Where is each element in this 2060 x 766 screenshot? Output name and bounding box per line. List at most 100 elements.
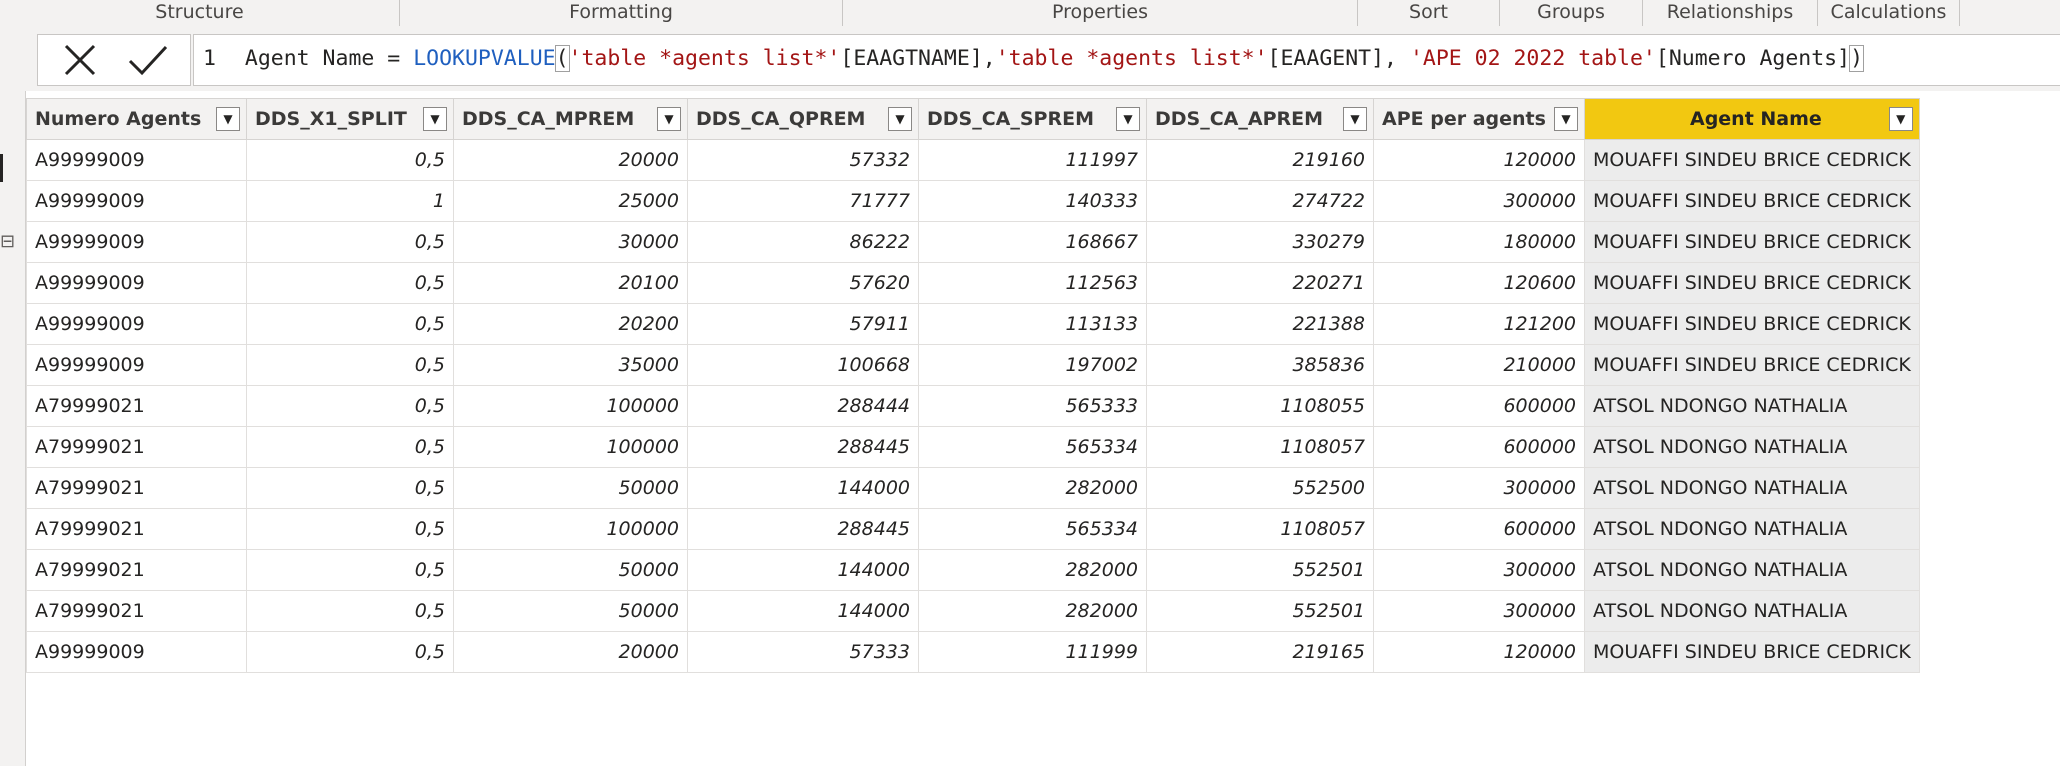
cell-ape-per-agents[interactable]: 210000 [1373,344,1585,386]
table-row[interactable]: A99999009 0,5 20100 57620 112563 220271 120600… [26,262,1920,304]
cell-dds-ca-sprem[interactable]: 168667 [918,221,1147,263]
cell-dds-x1-split[interactable]: 0,5 [246,385,454,427]
cell-dds-ca-mprem[interactable]: 50000 [453,467,688,509]
cell-dds-ca-aprem[interactable]: 552500 [1146,467,1374,509]
cell-dds-ca-qprem[interactable]: 144000 [687,549,919,591]
cell-dds-ca-sprem[interactable]: 111999 [918,631,1147,673]
cell-numero-agents[interactable]: A99999009 [26,631,247,673]
cell-dds-x1-split[interactable]: 1 [246,180,454,222]
formula-input[interactable]: 1 Agent Name = LOOKUPVALUE('table *agent… [193,34,2060,86]
cell-dds-ca-qprem[interactable]: 57620 [687,262,919,304]
cell-numero-agents[interactable]: A99999009 [26,262,247,304]
cell-dds-ca-sprem[interactable]: 565333 [918,385,1147,427]
cell-dds-ca-qprem[interactable]: 57911 [687,303,919,345]
cell-dds-ca-mprem[interactable]: 20200 [453,303,688,345]
cell-dds-ca-mprem[interactable]: 35000 [453,344,688,386]
cell-dds-ca-mprem[interactable]: 50000 [453,590,688,632]
filter-button[interactable]: ▼ [1116,107,1140,131]
filter-button[interactable]: ▼ [657,107,681,131]
filter-button[interactable]: ▼ [888,107,912,131]
cell-agent-name[interactable]: ATSOL NDONGO NATHALIA [1584,467,1920,509]
cell-numero-agents[interactable]: A79999021 [26,385,247,427]
cell-dds-ca-sprem[interactable]: 113133 [918,303,1147,345]
table-row[interactable]: A99999009 0,5 35000 100668 197002 385836 21000… [26,344,1920,386]
cell-dds-ca-qprem[interactable]: 144000 [687,467,919,509]
cell-dds-ca-qprem[interactable]: 144000 [687,590,919,632]
filter-button[interactable]: ▼ [1343,107,1367,131]
cell-dds-x1-split[interactable]: 0,5 [246,631,454,673]
cell-dds-x1-split[interactable]: 0,5 [246,262,454,304]
cell-dds-ca-aprem[interactable]: 1108057 [1146,426,1374,468]
cell-dds-ca-qprem[interactable]: 57333 [687,631,919,673]
cell-agent-name[interactable]: ATSOL NDONGO NATHALIA [1584,549,1920,591]
table-row[interactable]: A79999021 0,5 50000 144000 282000 552501 30000… [26,549,1920,591]
column-header-dds-ca-sprem[interactable]: DDS_CA_SPREM ▼ [918,98,1147,140]
cell-agent-name[interactable]: MOUAFFI SINDEU BRICE CEDRICK [1584,221,1920,263]
cell-numero-agents[interactable]: A79999021 [26,549,247,591]
column-header-numero-agents[interactable]: Numero Agents ▼ [26,98,247,140]
cell-agent-name[interactable]: MOUAFFI SINDEU BRICE CEDRICK [1584,631,1920,673]
cell-dds-ca-aprem[interactable]: 552501 [1146,590,1374,632]
cell-dds-ca-sprem[interactable]: 565334 [918,508,1147,550]
column-header-dds-x1-split[interactable]: DDS_X1_SPLIT ▼ [246,98,454,140]
cell-dds-ca-aprem[interactable]: 221388 [1146,303,1374,345]
cell-dds-x1-split[interactable]: 0,5 [246,549,454,591]
cell-dds-ca-mprem[interactable]: 20000 [453,631,688,673]
cell-dds-ca-mprem[interactable]: 20100 [453,262,688,304]
cell-ape-per-agents[interactable]: 180000 [1373,221,1585,263]
cell-ape-per-agents[interactable]: 120000 [1373,139,1585,181]
cell-ape-per-agents[interactable]: 300000 [1373,590,1585,632]
cell-agent-name[interactable]: MOUAFFI SINDEU BRICE CEDRICK [1584,262,1920,304]
cell-numero-agents[interactable]: A99999009 [26,303,247,345]
cell-agent-name[interactable]: MOUAFFI SINDEU BRICE CEDRICK [1584,139,1920,181]
cell-dds-x1-split[interactable]: 0,5 [246,426,454,468]
table-row[interactable]: A79999021 0,5 100000 288445 565334 1108057 600… [26,426,1920,468]
table-row[interactable]: A79999021 0,5 100000 288445 565334 1108057 600… [26,508,1920,550]
column-header-agent-name[interactable]: Agent Name ▼ [1584,98,1920,140]
cell-ape-per-agents[interactable]: 300000 [1373,467,1585,509]
cell-dds-x1-split[interactable]: 0,5 [246,303,454,345]
cell-dds-ca-aprem[interactable]: 274722 [1146,180,1374,222]
cell-dds-ca-aprem[interactable]: 552501 [1146,549,1374,591]
cell-dds-ca-mprem[interactable]: 100000 [453,385,688,427]
column-header-ape-per-agents[interactable]: APE per agents ▼ [1373,98,1585,140]
cell-dds-ca-mprem[interactable]: 30000 [453,221,688,263]
filter-button[interactable]: ▼ [1554,107,1578,131]
cell-dds-ca-qprem[interactable]: 288445 [687,508,919,550]
cell-dds-ca-qprem[interactable]: 100668 [687,344,919,386]
cell-agent-name[interactable]: MOUAFFI SINDEU BRICE CEDRICK [1584,180,1920,222]
table-row[interactable]: A99999009 0,5 20000 57333 111999 219165 120000… [26,631,1920,673]
cell-dds-ca-mprem[interactable]: 100000 [453,508,688,550]
cell-ape-per-agents[interactable]: 121200 [1373,303,1585,345]
cell-ape-per-agents[interactable]: 300000 [1373,549,1585,591]
column-header-dds-ca-qprem[interactable]: DDS_CA_QPREM ▼ [687,98,919,140]
cell-agent-name[interactable]: ATSOL NDONGO NATHALIA [1584,590,1920,632]
cell-ape-per-agents[interactable]: 120600 [1373,262,1585,304]
cell-numero-agents[interactable]: A99999009 [26,221,247,263]
cell-dds-ca-sprem[interactable]: 282000 [918,549,1147,591]
cell-ape-per-agents[interactable]: 300000 [1373,180,1585,222]
cancel-formula-button[interactable] [48,35,112,85]
cell-dds-ca-sprem[interactable]: 282000 [918,590,1147,632]
filter-button[interactable]: ▼ [423,107,447,131]
model-view-icon[interactable]: ⊟ [0,231,15,252]
table-row[interactable]: A99999009 0,5 20200 57911 113133 221388 121200… [26,303,1920,345]
cell-numero-agents[interactable]: A99999009 [26,180,247,222]
cell-dds-ca-aprem[interactable]: 385836 [1146,344,1374,386]
table-row[interactable]: A99999009 1 25000 71777 140333 274722 300000 MO… [26,180,1920,222]
cell-agent-name[interactable]: ATSOL NDONGO NATHALIA [1584,426,1920,468]
cell-numero-agents[interactable]: A99999009 [26,344,247,386]
cell-dds-ca-sprem[interactable]: 565334 [918,426,1147,468]
cell-dds-ca-aprem[interactable]: 1108057 [1146,508,1374,550]
cell-numero-agents[interactable]: A79999021 [26,426,247,468]
cell-dds-ca-mprem[interactable]: 100000 [453,426,688,468]
cell-dds-ca-mprem[interactable]: 20000 [453,139,688,181]
cell-dds-x1-split[interactable]: 0,5 [246,221,454,263]
cell-dds-x1-split[interactable]: 0,5 [246,467,454,509]
cell-dds-x1-split[interactable]: 0,5 [246,344,454,386]
cell-numero-agents[interactable]: A79999021 [26,508,247,550]
cell-dds-ca-aprem[interactable]: 219160 [1146,139,1374,181]
cell-dds-ca-mprem[interactable]: 50000 [453,549,688,591]
cell-dds-ca-sprem[interactable]: 140333 [918,180,1147,222]
table-row[interactable]: A79999021 0,5 50000 144000 282000 552500 30000… [26,467,1920,509]
